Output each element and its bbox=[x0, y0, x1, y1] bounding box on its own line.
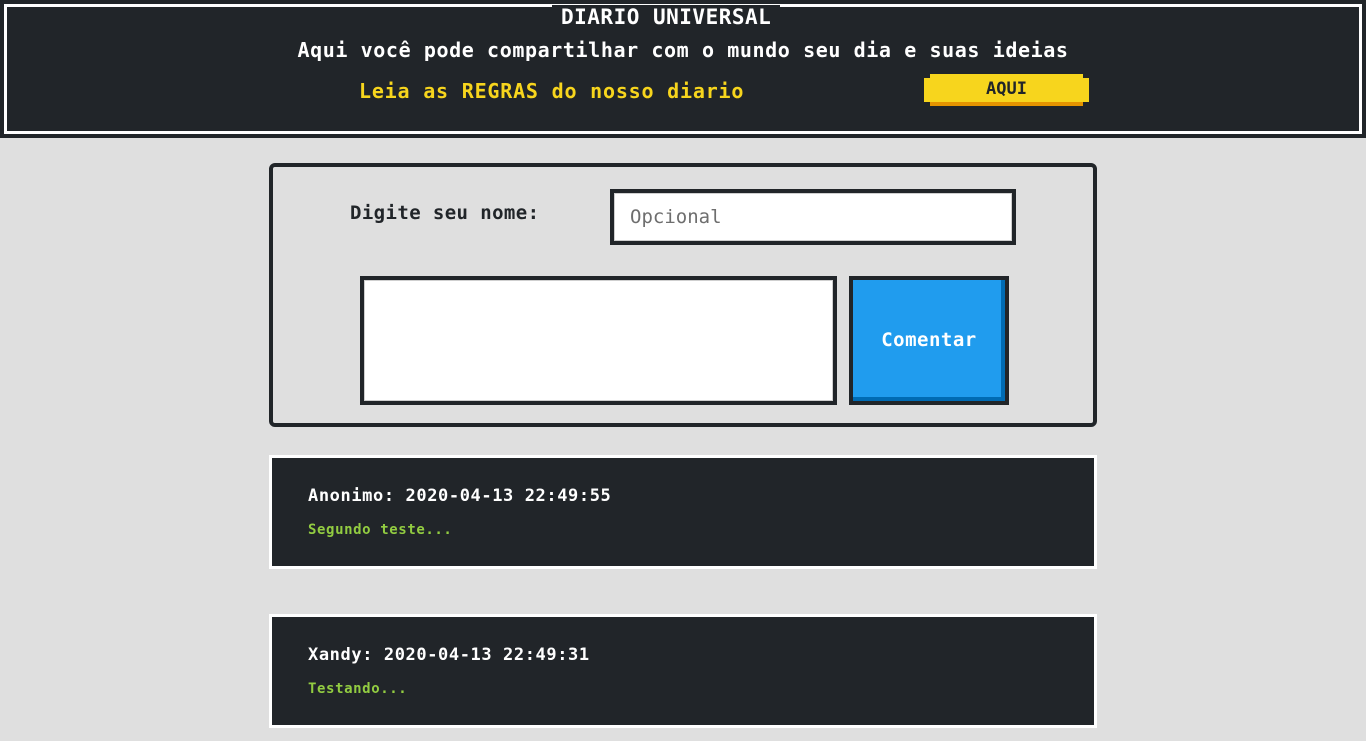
rules-button[interactable]: AQUI bbox=[924, 74, 1089, 106]
comment-text: Segundo teste... bbox=[308, 522, 453, 538]
comment-textarea[interactable] bbox=[360, 276, 837, 405]
comment-card: Anonimo: 2020-04-13 22:49:55 Segundo tes… bbox=[269, 455, 1097, 569]
name-label: Digite seu nome: bbox=[350, 202, 540, 224]
comment-text: Testando... bbox=[308, 681, 408, 697]
comment-header: Xandy: 2020-04-13 22:49:31 bbox=[308, 645, 590, 665]
comment-submit-button[interactable]: Comentar bbox=[849, 276, 1009, 405]
site-header: DIARIO UNIVERSAL Aqui você pode comparti… bbox=[0, 0, 1366, 138]
comment-card-inner: Anonimo: 2020-04-13 22:49:55 Segundo tes… bbox=[272, 458, 1094, 566]
site-title: DIARIO UNIVERSAL bbox=[552, 5, 781, 31]
comment-header: Anonimo: 2020-04-13 22:49:55 bbox=[308, 486, 612, 506]
header-frame: DIARIO UNIVERSAL bbox=[4, 4, 1362, 134]
rules-text: Leia as REGRAS do nosso diario bbox=[359, 79, 745, 103]
site-tagline: Aqui você pode compartilhar com o mundo … bbox=[297, 38, 1069, 62]
comment-card-inner: Xandy: 2020-04-13 22:49:31 Testando... bbox=[272, 617, 1094, 725]
comment-card: Xandy: 2020-04-13 22:49:31 Testando... bbox=[269, 614, 1097, 728]
comment-timestamp: 2020-04-13 22:49:55 bbox=[405, 486, 612, 506]
comment-timestamp: 2020-04-13 22:49:31 bbox=[383, 645, 590, 665]
comment-author: Anonimo bbox=[308, 486, 384, 506]
comment-form: Digite seu nome: Comentar bbox=[269, 163, 1097, 427]
comment-author: Xandy bbox=[308, 645, 363, 665]
name-input[interactable] bbox=[610, 189, 1016, 245]
